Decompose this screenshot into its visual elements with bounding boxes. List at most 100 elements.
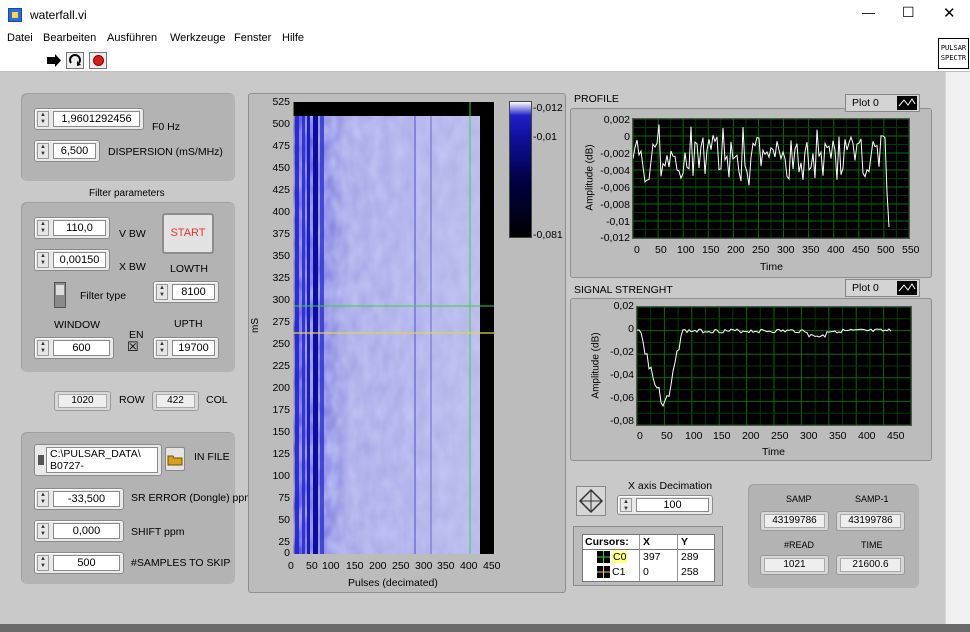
skip-spinner[interactable]: ▲ ▼ xyxy=(37,555,49,571)
dispersion-spinner[interactable]: ▲ ▼ xyxy=(37,143,49,159)
path-indicator-icon xyxy=(38,455,44,465)
cursor-c0-x: 397 xyxy=(643,551,661,563)
wf-ytick: 250 xyxy=(272,338,290,350)
browse-folder-icon[interactable] xyxy=(165,447,185,471)
infile-label: IN FILE xyxy=(194,451,230,463)
decimation-control[interactable]: ▲ ▼ 100 xyxy=(617,495,713,515)
skip-value[interactable]: 500 xyxy=(53,555,120,571)
read-indicator: 1021 xyxy=(760,555,829,575)
dispersion-control[interactable]: ▲ ▼ 6,500 xyxy=(34,140,100,162)
window-value[interactable]: 600 xyxy=(53,340,110,356)
signal-xtick: 300 xyxy=(800,430,818,442)
vbw-control[interactable]: ▲ ▼ 110,0 xyxy=(34,217,110,239)
run-arrow-icon[interactable] xyxy=(46,53,62,68)
profile-plot[interactable] xyxy=(632,118,910,239)
signal-plot[interactable] xyxy=(636,306,912,426)
profile-legend[interactable]: Plot 0 xyxy=(845,94,920,112)
signal-xtick: 50 xyxy=(661,430,673,442)
filter-type-toggle[interactable] xyxy=(54,282,66,308)
wf-xtick: 400 xyxy=(460,560,478,572)
upth-label: UPTH xyxy=(174,318,203,330)
vbw-spinner[interactable]: ▲ ▼ xyxy=(37,220,49,236)
graph-palette-icon[interactable] xyxy=(576,486,606,516)
plot-line-icon xyxy=(897,96,917,110)
signal-xtick: 350 xyxy=(829,430,847,442)
waterfall-xlabel: Pulses (decimated) xyxy=(348,577,438,589)
srerror-value[interactable]: -33,500 xyxy=(53,491,120,507)
cursor-header-y: Y xyxy=(681,536,689,548)
f0-control[interactable]: ▲ ▼ 1,9601292456 xyxy=(34,108,144,130)
decimation-label: X axis Decimation xyxy=(628,480,713,492)
lowth-spinner[interactable]: ▲ ▼ xyxy=(156,284,168,300)
run-continuous-icon[interactable] xyxy=(66,52,84,69)
vbw-value[interactable]: 110,0 xyxy=(53,220,106,236)
wf-ytick: 400 xyxy=(272,206,290,218)
infile-path-line2: B0727- xyxy=(50,460,84,472)
xbw-value[interactable]: 0,00150 xyxy=(53,252,106,268)
start-button[interactable]: START xyxy=(162,213,214,254)
menu-bearbeiten[interactable]: Bearbeiten xyxy=(43,32,96,44)
xbw-spinner[interactable]: ▲ ▼ xyxy=(37,252,49,268)
window-title: waterfall.vi xyxy=(30,8,87,22)
close-button[interactable]: ✕ xyxy=(943,4,956,22)
colorbar-tick-bottom: -0,081 xyxy=(533,229,563,241)
shift-control[interactable]: ▲ ▼ 0,000 xyxy=(34,520,124,542)
cursor-header-name: Cursors: xyxy=(585,536,629,548)
window-spinner[interactable]: ▲ ▼ xyxy=(37,340,49,356)
upth-spinner[interactable]: ▲ ▼ xyxy=(156,340,168,356)
cursor-c0-icon[interactable] xyxy=(597,551,610,563)
wf-ytick: 275 xyxy=(272,316,290,328)
samp-label: SAMP xyxy=(786,494,812,504)
menu-hilfe[interactable]: Hilfe xyxy=(282,32,304,44)
waterfall-plot[interactable] xyxy=(293,102,494,554)
menu-ausfuehren[interactable]: Ausführen xyxy=(107,32,157,44)
infile-path-control[interactable]: C:\PULSAR_DATA\ B0727- xyxy=(34,444,162,476)
menu-werkzeuge[interactable]: Werkzeuge xyxy=(170,32,225,44)
signal-legend[interactable]: Plot 0 xyxy=(845,279,920,297)
read-label: #READ xyxy=(784,540,815,550)
cursor-c0-name[interactable]: C0 xyxy=(612,551,628,563)
signal-xtick: 0 xyxy=(637,430,643,442)
f0-value[interactable]: 1,9601292456 xyxy=(53,111,140,127)
shift-value[interactable]: 0,000 xyxy=(53,523,120,539)
cursor-c1-icon[interactable] xyxy=(597,566,610,578)
menu-fenster[interactable]: Fenster xyxy=(234,32,271,44)
abort-icon[interactable] xyxy=(89,52,107,69)
vi-icon-badge: PULSAR SPECTR xyxy=(938,38,969,69)
window-control[interactable]: ▲ ▼ 600 xyxy=(34,337,114,359)
lowth-value[interactable]: 8100 xyxy=(172,284,215,300)
time-label: TIME xyxy=(861,540,883,550)
profile-xtick: 300 xyxy=(777,244,795,256)
menu-datei[interactable]: Datei xyxy=(7,32,33,44)
minimize-button[interactable]: — xyxy=(862,5,875,20)
signal-ytick: 0 xyxy=(628,323,634,335)
decimation-value[interactable]: 100 xyxy=(636,498,709,512)
cursor-header-x: X xyxy=(643,536,651,548)
infile-path-value[interactable]: C:\PULSAR_DATA\ B0727- xyxy=(46,447,158,473)
shift-spinner[interactable]: ▲ ▼ xyxy=(37,523,49,539)
wf-xtick: 250 xyxy=(392,560,410,572)
upth-control[interactable]: ▲ ▼ 19700 xyxy=(153,337,219,359)
srerror-control[interactable]: ▲ ▼ -33,500 xyxy=(34,488,124,510)
signal-legend-label: Plot 0 xyxy=(852,282,879,294)
srerror-spinner[interactable]: ▲ ▼ xyxy=(37,491,49,507)
vertical-scrollbar[interactable] xyxy=(945,72,970,625)
wf-ytick: 325 xyxy=(272,272,290,284)
wf-ytick: 475 xyxy=(272,140,290,152)
xbw-control[interactable]: ▲ ▼ 0,00150 xyxy=(34,249,110,271)
col-indicator: 422 xyxy=(152,391,199,411)
dispersion-value[interactable]: 6,500 xyxy=(53,143,96,159)
filter-type-label: Filter type xyxy=(80,290,127,302)
wf-ytick: 225 xyxy=(272,360,290,372)
skip-control[interactable]: ▲ ▼ 500 xyxy=(34,552,124,574)
decimation-spinner[interactable]: ▲ ▼ xyxy=(620,498,632,512)
f0-spinner[interactable]: ▲ ▼ xyxy=(37,111,49,127)
signal-x-ticks: 0 50 100 150 200 250 300 350 400 450 xyxy=(634,430,924,444)
upth-value[interactable]: 19700 xyxy=(172,340,215,356)
cursor-c1-name[interactable]: C1 xyxy=(612,566,625,578)
maximize-button[interactable]: ☐ xyxy=(902,4,915,21)
plot-trace xyxy=(636,328,892,408)
lowth-control[interactable]: ▲ ▼ 8100 xyxy=(153,281,219,303)
en-checkbox[interactable]: ☒ xyxy=(127,339,139,355)
dispersion-label: DISPERSION (mS/MHz) xyxy=(108,146,223,158)
